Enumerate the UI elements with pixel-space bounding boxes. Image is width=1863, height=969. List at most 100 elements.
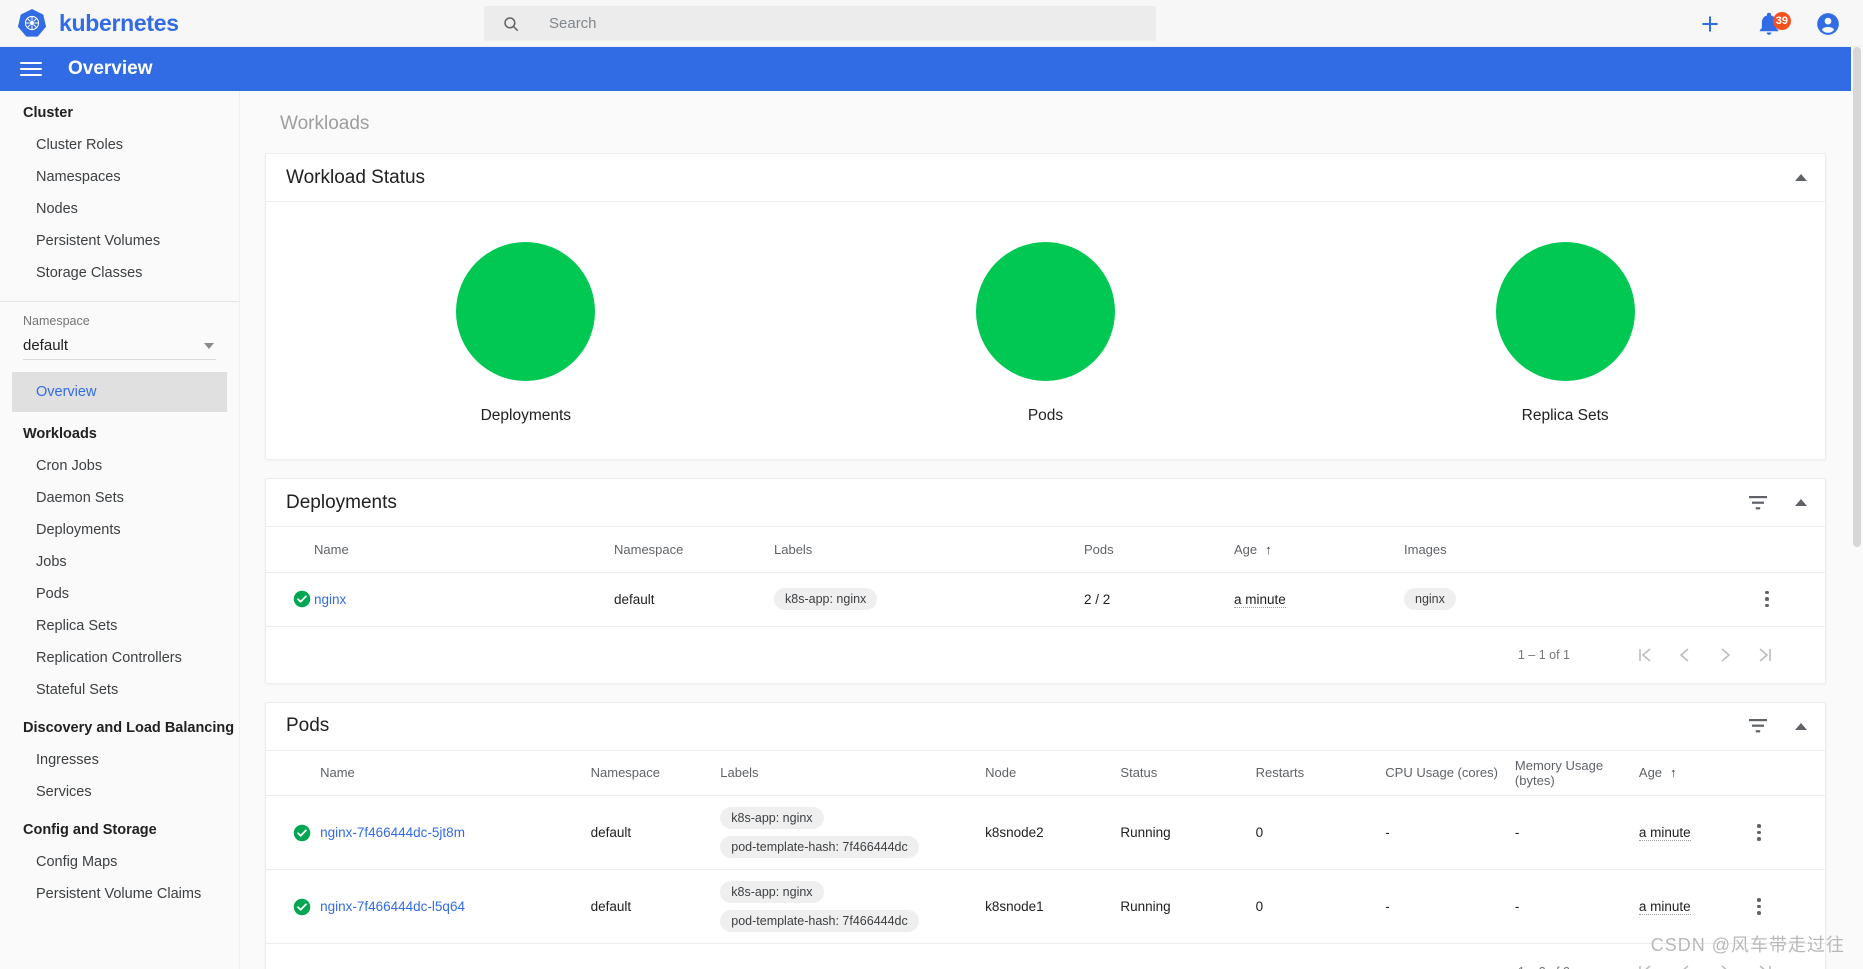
account-circle-icon [1817, 12, 1839, 35]
search-input[interactable] [549, 15, 1156, 32]
sidebar-item-deployments[interactable]: Deployments [0, 514, 239, 546]
sidebar-group-config-storage: Config and Storage [23, 822, 157, 838]
hamburger-menu-icon[interactable] [20, 58, 42, 80]
sidebar-item-daemon-sets[interactable]: Daemon Sets [0, 482, 239, 514]
row-pods: 2 / 2 [1084, 591, 1111, 607]
next-page-icon[interactable] [1705, 635, 1745, 675]
content-title: Workloads [280, 113, 370, 134]
sidebar-item-ingresses[interactable]: Ingresses [0, 744, 239, 776]
pod-name-link[interactable]: nginx-7f466444dc-l5q64 [320, 899, 465, 914]
col-images[interactable]: Images [1404, 527, 1765, 572]
namespace-value: default [23, 337, 69, 354]
deployments-pager: 1 – 1 of 1 [266, 627, 1825, 683]
prev-page-icon[interactable] [1665, 952, 1705, 969]
sidebar-item-overview[interactable]: Overview [12, 372, 227, 412]
age-value: a minute [1638, 899, 1691, 915]
sidebar-item-persistent-volumes[interactable]: Persistent Volumes [0, 225, 239, 257]
col-labels[interactable]: Labels [774, 527, 1084, 572]
notifications-button[interactable]: 39 [1756, 11, 1791, 37]
col-node[interactable]: Node [985, 751, 1120, 796]
replica-sets-status-label: Replica Sets [1521, 407, 1609, 424]
col-name[interactable]: Name [314, 527, 614, 572]
sidebar-group-cluster: Cluster [23, 105, 73, 121]
first-page-icon[interactable] [1625, 635, 1665, 675]
sidebar-item-cluster-roles[interactable]: Cluster Roles [0, 129, 239, 161]
top-bar-actions: 39 [1697, 0, 1841, 47]
more-vert-icon[interactable] [1757, 824, 1761, 841]
col-pod-status[interactable]: Status [1120, 751, 1255, 796]
deployments-card: Deployments Name Namespace Labels Pods A… [265, 478, 1826, 684]
sidebar-item-persistent-volume-claims[interactable]: Persistent Volume Claims [0, 878, 239, 910]
plus-icon [1702, 15, 1718, 32]
notification-badge: 39 [1772, 11, 1791, 30]
col-namespace[interactable]: Namespace [591, 751, 721, 796]
col-namespace[interactable]: Namespace [614, 527, 774, 572]
filter-list-icon[interactable] [1748, 716, 1768, 736]
account-button[interactable] [1815, 11, 1841, 37]
row-name-cell: nginx-7f466444dc-5jt8m [320, 796, 591, 870]
more-vert-icon[interactable] [1765, 590, 1769, 608]
sidebar-item-replication-controllers[interactable]: Replication Controllers [0, 642, 239, 674]
sidebar-item-stateful-sets[interactable]: Stateful Sets [0, 674, 239, 706]
col-cpu-usage[interactable]: CPU Usage (cores) [1385, 751, 1515, 796]
sidebar-item-nodes[interactable]: Nodes [0, 193, 239, 225]
table-row[interactable]: nginx-7f466444dc-5jt8m default k8s-app: … [266, 796, 1825, 870]
check-circle-icon [293, 590, 311, 608]
sidebar-group-workloads: Workloads [23, 426, 97, 442]
deployments-actions [1748, 493, 1807, 513]
chevron-up-icon[interactable] [1795, 722, 1807, 730]
pod-name-link[interactable]: nginx-7f466444dc-5jt8m [320, 825, 465, 840]
row-name-cell: nginx-7f466444dc-l5q64 [320, 870, 591, 944]
age-value: a minute [1234, 591, 1286, 608]
col-name[interactable]: Name [320, 751, 591, 796]
row-age: a minute [1638, 796, 1757, 870]
row-actions [1757, 796, 1825, 870]
row-memory: - [1514, 899, 1520, 914]
deployments-table-body: nginx default k8s-app: nginx 2 / 2 a min… [266, 572, 1825, 626]
workload-status-title: Workload Status [286, 166, 426, 188]
namespace-select[interactable]: default [23, 332, 216, 360]
sidebar-item-namespaces[interactable]: Namespaces [0, 161, 239, 193]
deployment-name-link[interactable]: nginx [314, 592, 346, 607]
col-age-label: Age [1234, 541, 1258, 557]
row-labels: k8s-app: nginx [774, 572, 1084, 626]
sidebar-item-storage-classes[interactable]: Storage Classes [0, 257, 239, 289]
sidebar-item-replica-sets[interactable]: Replica Sets [0, 610, 239, 642]
add-button[interactable] [1697, 11, 1723, 37]
prev-page-icon[interactable] [1665, 635, 1705, 675]
col-pods[interactable]: Pods [1084, 527, 1234, 572]
row-status [266, 796, 320, 870]
row-pod-status: Running [1120, 899, 1171, 914]
row-labels: k8s-app: nginx pod-template-hash: 7f4664… [720, 796, 985, 870]
col-age[interactable]: Age ↑ [1234, 527, 1404, 572]
filter-list-icon[interactable] [1748, 493, 1768, 513]
sidebar-item-pods[interactable]: Pods [0, 578, 239, 610]
table-row[interactable]: nginx default k8s-app: nginx 2 / 2 a min… [266, 572, 1825, 626]
pods-card: Pods Name Namespace Labels Node Status R… [265, 701, 1826, 969]
more-vert-icon[interactable] [1757, 898, 1761, 915]
scrollbar-thumb[interactable] [1853, 47, 1861, 547]
next-page-icon[interactable] [1705, 952, 1745, 969]
last-page-icon[interactable] [1745, 952, 1785, 969]
col-labels[interactable]: Labels [720, 751, 985, 796]
col-restarts[interactable]: Restarts [1256, 751, 1386, 796]
brand[interactable]: kubernetes [17, 8, 179, 38]
workload-status-pods: Pods [786, 242, 1306, 425]
sidebar-item-services[interactable]: Services [0, 776, 239, 808]
row-namespace: default [614, 591, 655, 607]
search-bar[interactable] [484, 6, 1156, 41]
col-age[interactable]: Age ↑ [1639, 751, 1757, 796]
col-memory-usage[interactable]: Memory Usage (bytes) [1515, 751, 1639, 796]
first-page-icon[interactable] [1625, 952, 1665, 969]
table-row[interactable]: nginx-7f466444dc-l5q64 default k8s-app: … [266, 870, 1825, 944]
row-cpu: - [1385, 825, 1390, 840]
chevron-up-icon[interactable] [1795, 499, 1807, 506]
sidebar-item-config-maps[interactable]: Config Maps [0, 846, 239, 878]
last-page-icon[interactable] [1745, 635, 1785, 675]
sidebar-item-jobs[interactable]: Jobs [0, 546, 239, 578]
sidebar-item-cron-jobs[interactable]: Cron Jobs [0, 450, 239, 482]
replica-sets-status-circle [1495, 242, 1635, 381]
workload-status-body: Deployments Pods Replica Sets [266, 202, 1825, 459]
page-scrollbar[interactable] [1851, 47, 1863, 969]
chevron-up-icon[interactable] [1795, 174, 1807, 181]
